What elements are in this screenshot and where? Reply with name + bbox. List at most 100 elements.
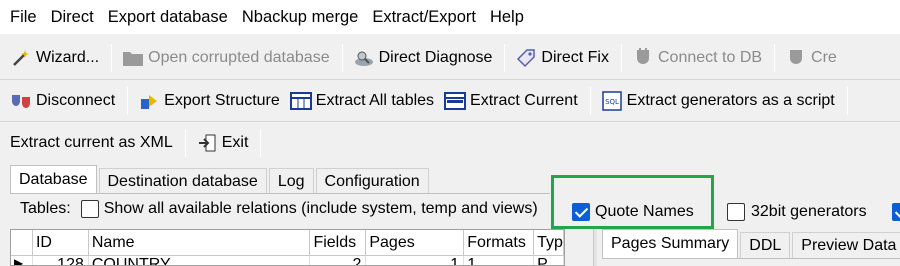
col-header-pages[interactable]: Pages xyxy=(366,230,465,255)
exit-button[interactable]: Exit xyxy=(192,127,253,159)
extra-checkbox[interactable] xyxy=(892,203,900,221)
right-panel-border xyxy=(602,258,900,259)
separator xyxy=(589,87,591,115)
sql-icon: SQL xyxy=(601,90,623,112)
tag-icon xyxy=(515,47,537,69)
separator xyxy=(260,129,262,157)
wand-icon xyxy=(10,47,32,69)
export-structure-label: Export Structure xyxy=(164,92,280,109)
extra-checkbox-clip xyxy=(892,203,900,221)
tables-options-row: Tables: Show all available relations (in… xyxy=(20,200,538,218)
cell-pages: 1 xyxy=(366,256,465,265)
tab-configuration[interactable]: Configuration xyxy=(315,168,429,194)
folder-icon xyxy=(122,47,144,69)
cell-type: P xyxy=(534,256,564,265)
tab-pages-summary[interactable]: Pages Summary xyxy=(602,229,739,258)
quote-names-option: Quote Names xyxy=(572,203,694,221)
separator xyxy=(620,44,622,72)
separator xyxy=(774,44,776,72)
row-indicator-header xyxy=(11,230,33,255)
menu-direct[interactable]: Direct xyxy=(44,8,101,27)
plug-icon xyxy=(632,47,654,69)
menu-file[interactable]: File xyxy=(3,8,44,27)
col-header-fields[interactable]: Fields xyxy=(310,230,367,255)
toolbar-row-3: Extract current as XML Exit xyxy=(0,122,900,164)
separator xyxy=(111,44,113,72)
col-header-id[interactable]: ID xyxy=(33,230,89,255)
cell-name: COUNTRY xyxy=(89,256,311,265)
extract-current-button[interactable]: Extract Current xyxy=(440,85,582,117)
extract-current-label: Extract Current xyxy=(470,92,578,109)
separator xyxy=(184,129,186,157)
tab-ddl[interactable]: DDL xyxy=(740,232,791,258)
menu-nbackup-merge[interactable]: Nbackup merge xyxy=(235,8,365,27)
direct-diagnose-button[interactable]: Direct Diagnose xyxy=(349,42,497,74)
tab-destination-database[interactable]: Destination database xyxy=(98,168,267,194)
export-structure-icon xyxy=(138,90,160,112)
direct-fix-button[interactable]: Direct Fix xyxy=(511,42,613,74)
show-all-checkbox[interactable] xyxy=(80,200,99,218)
tab-log[interactable]: Log xyxy=(268,168,314,194)
tables-grid[interactable]: ID Name Fields Pages Formats Typ ▶ 128 C… xyxy=(10,229,565,266)
quote-names-checkbox[interactable] xyxy=(572,203,590,221)
extract-generators-label: Extract generators as a script xyxy=(626,92,835,109)
right-tab-strip: Pages Summary DDL Preview Data xyxy=(602,229,900,258)
tab-preview-data[interactable]: Preview Data xyxy=(792,232,900,258)
separator xyxy=(127,87,129,115)
toolbar-row-2: Disconnect Export Structure Extract All … xyxy=(0,80,900,122)
col-header-formats[interactable]: Formats xyxy=(464,230,535,255)
left-tab-strip: Database Destination database Log Config… xyxy=(10,165,431,194)
open-corrupted-label: Open corrupted database xyxy=(148,49,330,66)
direct-fix-label: Direct Fix xyxy=(541,49,609,66)
plug-icon xyxy=(785,47,807,69)
extract-xml-button[interactable]: Extract current as XML xyxy=(6,127,177,159)
tab-database[interactable]: Database xyxy=(10,165,97,194)
stethoscope-icon xyxy=(353,47,375,69)
cell-fields: 2 xyxy=(310,256,367,265)
svg-text:SQL: SQL xyxy=(605,98,619,106)
connect-db-button[interactable]: Connect to DB xyxy=(628,42,766,74)
connect-db-label: Connect to DB xyxy=(657,49,763,66)
exit-icon xyxy=(196,132,218,154)
wizard-button[interactable]: Wizard... xyxy=(6,42,103,74)
export-structure-button[interactable]: Export Structure xyxy=(134,85,284,117)
extract-generators-button[interactable]: SQL Extract generators as a script xyxy=(597,85,839,117)
grid-header: ID Name Fields Pages Formats Typ xyxy=(11,230,564,256)
splitter[interactable] xyxy=(593,229,597,266)
col-header-type[interactable]: Typ xyxy=(534,230,564,255)
menu-bar: File Direct Export database Nbackup merg… xyxy=(0,0,900,34)
exit-label: Exit xyxy=(221,134,249,151)
disconnect-label: Disconnect xyxy=(36,92,116,109)
cell-formats: 1 xyxy=(464,256,535,265)
menu-export-database[interactable]: Export database xyxy=(101,8,235,27)
open-corrupted-button[interactable]: Open corrupted database xyxy=(118,42,333,74)
table-icon xyxy=(289,90,312,112)
menu-extract-export[interactable]: Extract/Export xyxy=(365,8,483,27)
direct-diagnose-label: Direct Diagnose xyxy=(378,49,493,66)
gen32-label: 32bit generators xyxy=(751,203,867,220)
quote-names-label: Quote Names xyxy=(595,203,694,220)
menu-help[interactable]: Help xyxy=(483,8,531,27)
disconnect-icon xyxy=(10,90,32,112)
create-label: Cre xyxy=(811,49,837,66)
disconnect-button[interactable]: Disconnect xyxy=(6,85,119,117)
col-header-name[interactable]: Name xyxy=(89,230,311,255)
separator xyxy=(846,87,848,115)
gen32-option: 32bit generators xyxy=(727,203,867,221)
separator xyxy=(341,44,343,72)
show-all-label: Show all available relations (include sy… xyxy=(103,200,538,217)
gen32-checkbox[interactable] xyxy=(727,203,745,221)
cell-id: 128 xyxy=(33,256,89,265)
tab-panel-border xyxy=(10,193,550,194)
row-indicator-icon: ▶ xyxy=(11,256,33,265)
table-icon xyxy=(444,90,467,112)
extract-all-button[interactable]: Extract All tables xyxy=(286,85,438,117)
toolbar-row-1: Wizard... Open corrupted database Direct… xyxy=(0,37,900,79)
wizard-label: Wizard... xyxy=(36,49,100,66)
create-button[interactable]: Cre xyxy=(781,42,841,74)
separator xyxy=(504,44,506,72)
extract-all-label: Extract All tables xyxy=(315,92,435,109)
tables-label: Tables: xyxy=(20,200,71,217)
table-row[interactable]: ▶ 128 COUNTRY 2 1 1 P xyxy=(11,256,564,265)
extract-xml-label: Extract current as XML xyxy=(10,134,173,151)
